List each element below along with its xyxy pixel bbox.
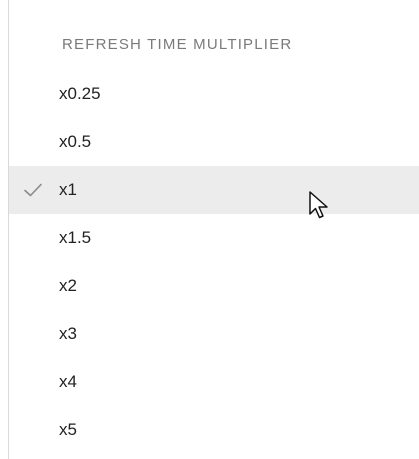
menu-item-x4[interactable]: x4	[9, 358, 419, 406]
menu-item-label: x0.5	[59, 132, 92, 151]
menu-item-x0-5[interactable]: x0.5	[9, 118, 419, 166]
mouse-pointer-icon	[309, 191, 328, 219]
menu-item-x0-25[interactable]: x0.25	[9, 70, 419, 118]
menu-list: x0.25 x0.5 x1 x1.5 x2 x3 x4 x5	[9, 70, 419, 454]
menu-item-label: x5	[59, 420, 77, 439]
menu-item-x5[interactable]: x5	[9, 406, 419, 454]
menu-item-x2[interactable]: x2	[9, 262, 419, 310]
menu-item-label: x3	[59, 324, 77, 343]
menu-item-label: x1	[59, 180, 77, 199]
menu-item-x1[interactable]: x1	[9, 166, 419, 214]
menu-header: REFRESH TIME MULTIPLIER	[62, 36, 293, 53]
menu-item-label: x1.5	[59, 228, 92, 247]
refresh-multiplier-menu: REFRESH TIME MULTIPLIER x0.25 x0.5 x1 x1…	[0, 0, 419, 459]
menu-item-x1-5[interactable]: x1.5	[9, 214, 419, 262]
menu-item-x3[interactable]: x3	[9, 310, 419, 358]
menu-item-label: x2	[59, 276, 77, 295]
menu-item-label: x4	[59, 372, 77, 391]
checkmark-icon	[24, 183, 42, 197]
menu-item-label: x0.25	[59, 84, 101, 103]
